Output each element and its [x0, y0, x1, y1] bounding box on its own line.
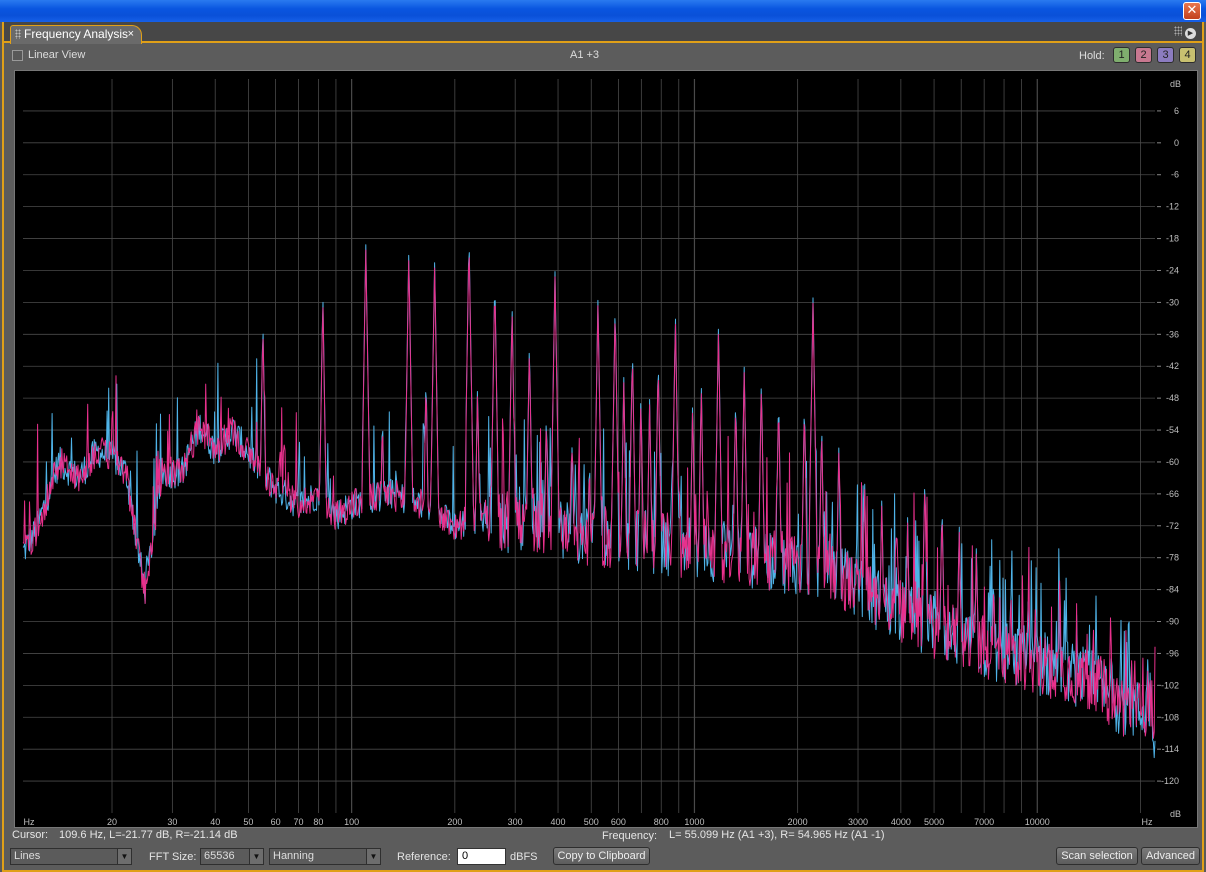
hold-button-3[interactable]: 3	[1157, 47, 1174, 63]
reference-input[interactable]: 0	[457, 848, 506, 865]
y-tick-label: -42	[1166, 361, 1179, 371]
channel-note-label: A1 +3	[570, 49, 600, 61]
x-tick-label: 50	[243, 817, 253, 827]
x-tick-label: 800	[654, 817, 669, 827]
x-tick-label: 600	[611, 817, 626, 827]
tab-close-icon[interactable]: ×	[128, 26, 134, 43]
cursor-readout: 109.6 Hz, L=-21.77 dB, R=-21.14 dB	[59, 829, 238, 841]
close-icon: ✕	[1186, 3, 1198, 18]
y-tick-label: -18	[1166, 234, 1179, 244]
cursor-label: Cursor:	[12, 829, 49, 841]
scan-selection-button[interactable]: Scan selection	[1056, 847, 1138, 865]
x-tick-label: 500	[584, 817, 599, 827]
linear-view-label: Linear View	[28, 49, 86, 61]
chevron-down-icon[interactable]: ▼	[117, 849, 131, 864]
hold-label: Hold:	[1079, 50, 1105, 62]
x-tick-label: 70	[294, 817, 304, 827]
chevron-down-icon[interactable]: ▼	[249, 849, 263, 864]
tab-title: Frequency Analysis	[24, 27, 129, 41]
x-tick-label: 400	[551, 817, 566, 827]
window-function-value: Hanning	[273, 850, 314, 862]
x-tick-label: 30	[167, 817, 177, 827]
x-tick-label: 300	[508, 817, 523, 827]
reference-unit: dBFS	[510, 851, 538, 863]
linear-view-checkbox[interactable]	[12, 50, 23, 61]
x-tick-label: 3000	[848, 817, 868, 827]
drag-grip-icon[interactable]	[15, 29, 21, 39]
graph-style-select[interactable]: Lines ▼	[10, 848, 132, 865]
x-tick-label: 100	[344, 817, 359, 827]
hold-button-2[interactable]: 2	[1135, 47, 1152, 63]
y-tick-label: -114	[1162, 744, 1179, 754]
y-tick-label: -90	[1166, 617, 1179, 627]
close-window-button[interactable]: ✕	[1183, 2, 1201, 20]
y-tick-label: -84	[1166, 585, 1179, 595]
y-tick-label: 6	[1174, 106, 1179, 116]
copy-to-clipboard-button[interactable]: Copy to Clipboard	[553, 847, 650, 865]
x-tick-label: 1000	[684, 817, 704, 827]
window-titlebar[interactable]: ✕	[0, 0, 1206, 22]
x-tick-label: 4000	[891, 817, 911, 827]
advanced-button[interactable]: Advanced	[1141, 847, 1200, 865]
x-tick-label: 80	[313, 817, 323, 827]
y-tick-label: -120	[1161, 776, 1179, 786]
x-tick-label: 60	[271, 817, 281, 827]
window-function-select[interactable]: Hanning ▼	[269, 848, 381, 865]
y-tick-label: -72	[1166, 521, 1179, 531]
spectrum-plot[interactable]: dB60-6-12-18-24-30-36-42-48-54-60-66-72-…	[15, 71, 1197, 827]
y-tick-label: -108	[1161, 712, 1179, 722]
frequency-analysis-panel: Frequency Analysis × ▶ Linear View A1 +3…	[2, 22, 1204, 872]
frequency-readout: L= 55.099 Hz (A1 +3), R= 54.965 Hz (A1 -…	[669, 829, 885, 841]
fft-size-select[interactable]: 65536 ▼	[200, 848, 264, 865]
y-unit-label-bottom: dB	[1170, 809, 1181, 819]
reference-label: Reference:	[397, 851, 451, 863]
y-tick-label: -12	[1166, 202, 1179, 212]
x-unit-label-right: Hz	[1142, 817, 1153, 827]
play-icon[interactable]: ▶	[1185, 28, 1196, 39]
chevron-down-icon[interactable]: ▼	[366, 849, 380, 864]
y-unit-label-top: dB	[1170, 79, 1181, 89]
frequency-label: Frequency:	[602, 830, 658, 842]
y-tick-label: -102	[1161, 680, 1179, 690]
x-tick-label: 20	[107, 817, 117, 827]
fft-size-value: 65536	[204, 850, 235, 862]
hold-button-4[interactable]: 4	[1179, 47, 1196, 63]
tab-frequency-analysis[interactable]: Frequency Analysis ×	[10, 25, 142, 44]
y-tick-label: -36	[1166, 329, 1179, 339]
y-tick-label: -30	[1166, 297, 1179, 307]
y-tick-label: -96	[1166, 648, 1179, 658]
x-tick-label: 5000	[924, 817, 944, 827]
y-tick-label: -78	[1166, 553, 1179, 563]
y-tick-label: -66	[1166, 489, 1179, 499]
x-tick-label: 2000	[788, 817, 808, 827]
panel-grip-icon	[1174, 26, 1183, 36]
fft-size-label: FFT Size:	[149, 851, 197, 863]
y-tick-label: -60	[1166, 457, 1179, 467]
y-tick-label: 0	[1174, 138, 1179, 148]
graph-style-value: Lines	[14, 850, 41, 862]
hold-button-1[interactable]: 1	[1113, 47, 1130, 63]
y-tick-label: -48	[1166, 393, 1179, 403]
panel-tabstrip: Frequency Analysis × ▶	[4, 22, 1202, 44]
x-unit-label-left: Hz	[24, 817, 35, 827]
panel-menu-button[interactable]: ▶	[1174, 26, 1196, 39]
x-tick-label: 40	[210, 817, 220, 827]
x-tick-label: 10000	[1025, 817, 1050, 827]
x-tick-label: 200	[447, 817, 462, 827]
spectrum-plot-area[interactable]: dB 6 0 -6 -12 -18 -24 -30 -36 -42 -48 -54 -60 -66 -72-…	[14, 70, 1198, 828]
y-tick-label: -54	[1166, 425, 1179, 435]
x-tick-label: 7000	[974, 817, 994, 827]
y-tick-label: -6	[1171, 170, 1179, 180]
y-tick-label: -24	[1166, 265, 1179, 275]
